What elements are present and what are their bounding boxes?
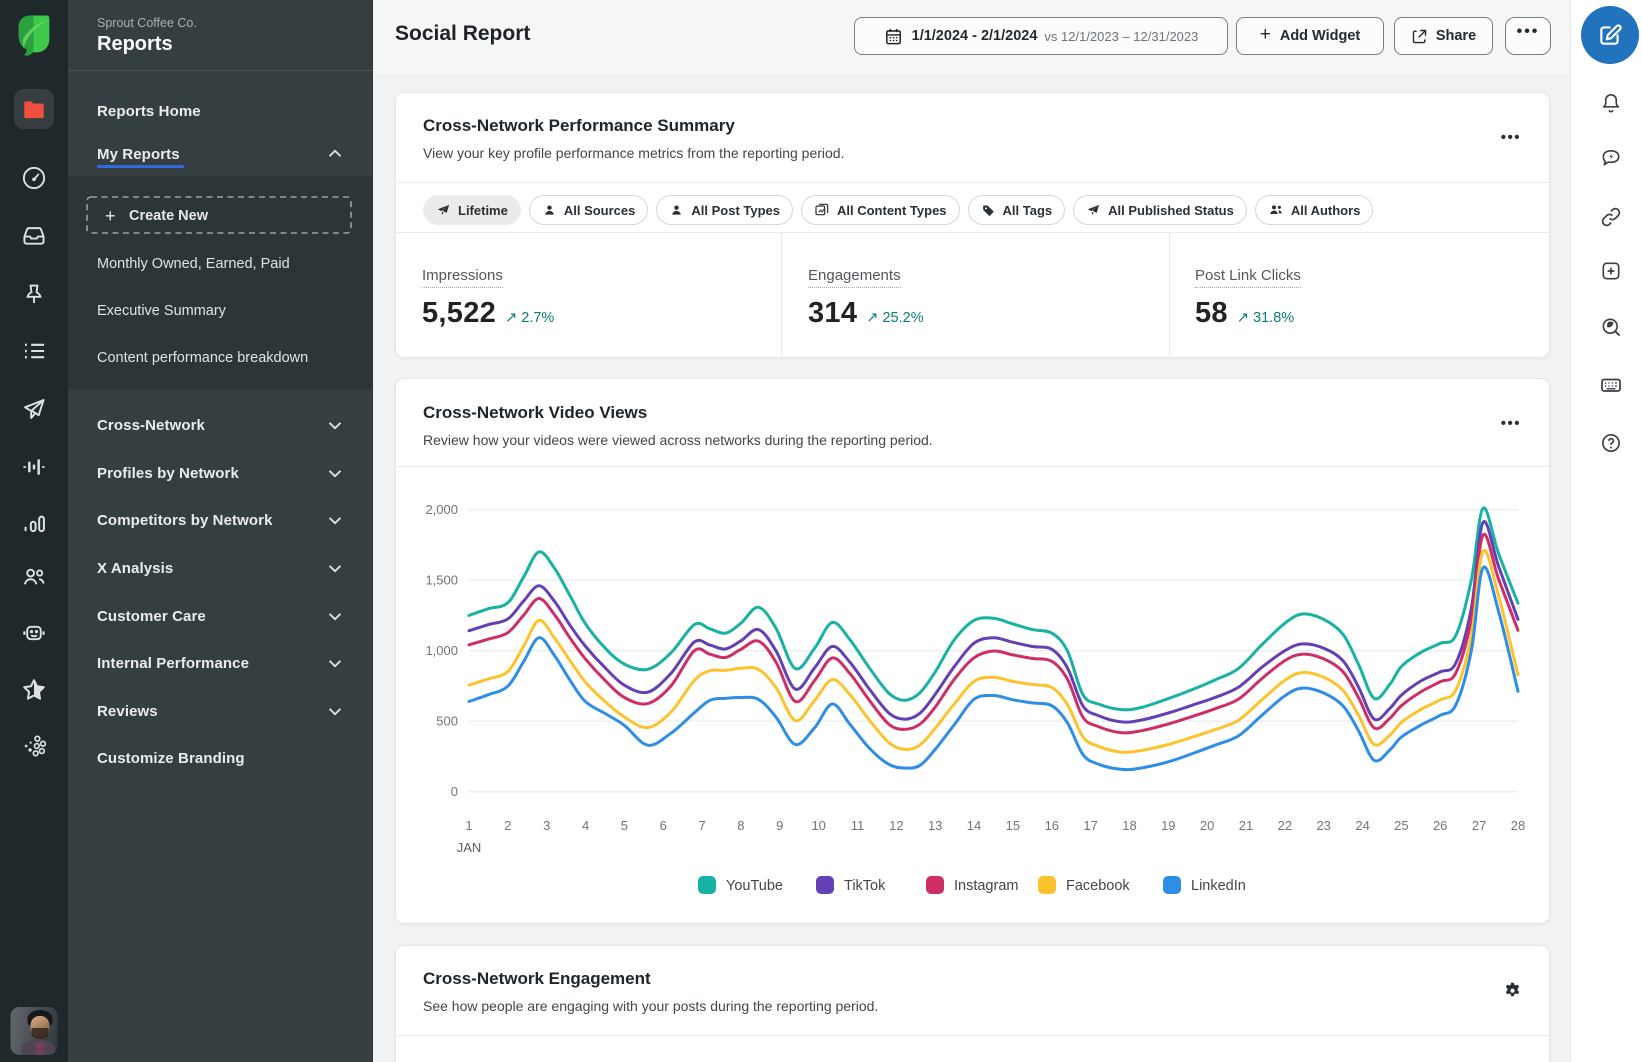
svg-text:1,500: 1,500 bbox=[425, 573, 458, 588]
svg-text:24: 24 bbox=[1355, 818, 1369, 833]
svg-text:14: 14 bbox=[967, 818, 981, 833]
svg-text:TikTok: TikTok bbox=[844, 878, 886, 894]
svg-text:5: 5 bbox=[621, 818, 628, 833]
svg-text:2: 2 bbox=[504, 818, 511, 833]
svg-text:YouTube: YouTube bbox=[726, 878, 783, 894]
svg-text:JAN: JAN bbox=[457, 840, 482, 855]
svg-text:1,000: 1,000 bbox=[425, 643, 458, 658]
svg-text:Facebook: Facebook bbox=[1066, 878, 1130, 894]
svg-text:19: 19 bbox=[1161, 818, 1175, 833]
svg-text:2,000: 2,000 bbox=[425, 502, 458, 517]
svg-text:8: 8 bbox=[737, 818, 744, 833]
svg-text:500: 500 bbox=[436, 714, 458, 729]
svg-text:23: 23 bbox=[1316, 818, 1330, 833]
svg-text:27: 27 bbox=[1472, 818, 1486, 833]
svg-text:25: 25 bbox=[1394, 818, 1408, 833]
svg-text:22: 22 bbox=[1278, 818, 1292, 833]
svg-text:LinkedIn: LinkedIn bbox=[1191, 878, 1246, 894]
svg-text:Instagram: Instagram bbox=[954, 878, 1018, 894]
svg-text:20: 20 bbox=[1200, 818, 1214, 833]
svg-text:12: 12 bbox=[889, 818, 903, 833]
svg-text:21: 21 bbox=[1239, 818, 1253, 833]
svg-text:13: 13 bbox=[928, 818, 942, 833]
svg-text:7: 7 bbox=[698, 818, 705, 833]
svg-text:15: 15 bbox=[1006, 818, 1020, 833]
svg-text:16: 16 bbox=[1045, 818, 1059, 833]
svg-text:4: 4 bbox=[582, 818, 589, 833]
svg-text:1: 1 bbox=[465, 818, 472, 833]
svg-text:18: 18 bbox=[1122, 818, 1136, 833]
svg-text:3: 3 bbox=[543, 818, 550, 833]
svg-text:9: 9 bbox=[776, 818, 783, 833]
svg-text:26: 26 bbox=[1433, 818, 1447, 833]
svg-text:6: 6 bbox=[660, 818, 667, 833]
svg-text:17: 17 bbox=[1083, 818, 1097, 833]
svg-text:28: 28 bbox=[1511, 818, 1525, 833]
svg-text:11: 11 bbox=[851, 818, 865, 833]
svg-text:0: 0 bbox=[451, 784, 458, 799]
svg-text:10: 10 bbox=[811, 818, 825, 833]
